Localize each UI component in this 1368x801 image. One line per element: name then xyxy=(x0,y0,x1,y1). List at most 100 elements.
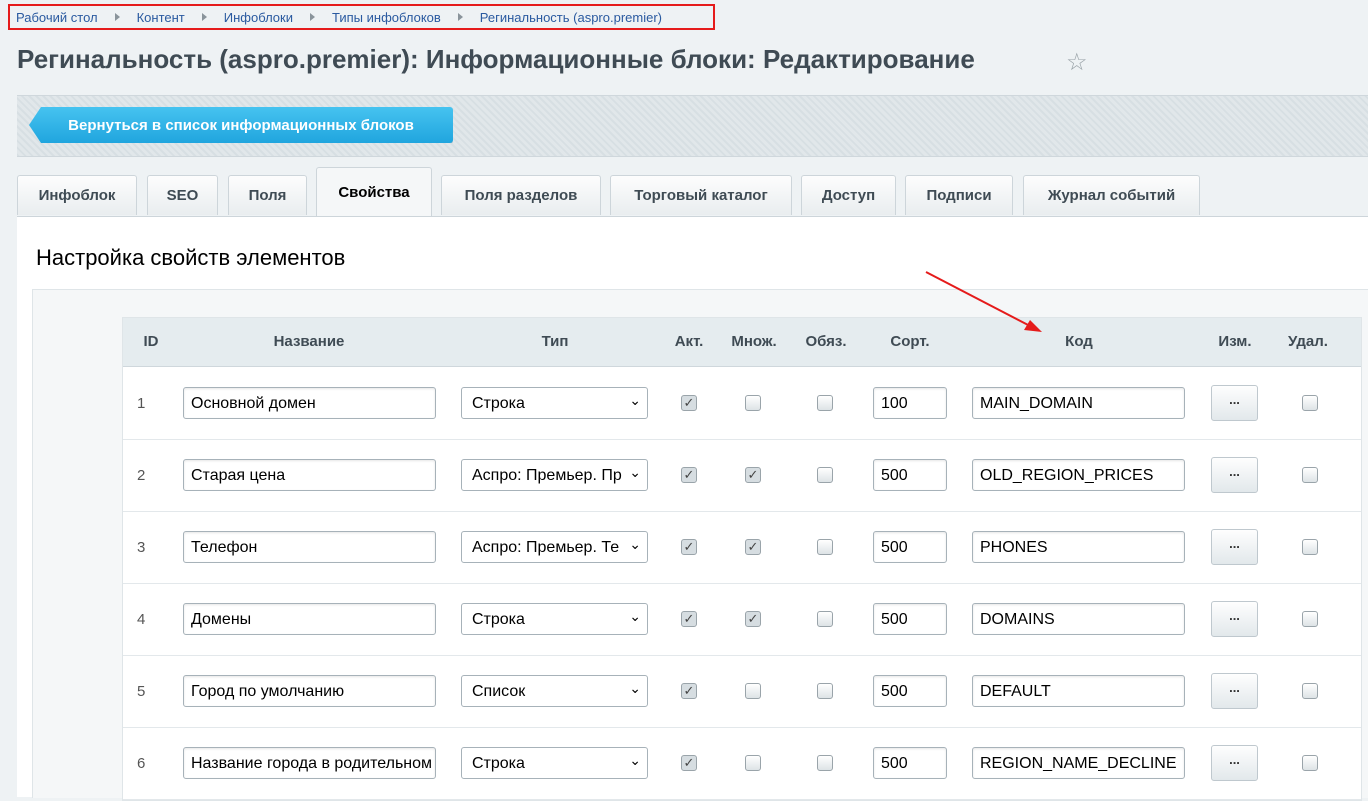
breadcrumb-iblocks[interactable]: Инфоблоки xyxy=(224,10,293,25)
property-code-input[interactable]: MAIN_DOMAIN xyxy=(972,387,1185,419)
property-type-select[interactable]: Список ⌄ xyxy=(461,675,648,707)
property-type-select[interactable]: Строка ⌄ xyxy=(461,603,648,635)
col-required: Обяз. xyxy=(805,333,847,350)
breadcrumb-regionality[interactable]: Регинальность (aspro.premier) xyxy=(480,10,662,25)
breadcrumb-content[interactable]: Контент xyxy=(137,10,185,25)
required-checkbox[interactable] xyxy=(817,467,833,483)
property-type-value: Строка xyxy=(472,755,525,772)
property-type-value: Аспро: Премьер. Пр xyxy=(472,467,622,484)
table-row: 6 Название города в родительном Строка ⌄ ✓ 50… xyxy=(123,727,1361,800)
property-type-value: Список xyxy=(472,683,526,700)
tab-access[interactable]: Доступ xyxy=(801,175,896,215)
col-multiple: Множ. xyxy=(731,333,777,350)
property-name-input[interactable]: Телефон xyxy=(183,531,436,563)
property-name-input[interactable]: Домены xyxy=(183,603,436,635)
tab-captions[interactable]: Подписи xyxy=(905,175,1013,215)
delete-checkbox[interactable] xyxy=(1302,611,1318,627)
tab-seo[interactable]: SEO xyxy=(147,175,218,215)
chevron-down-icon: ⌄ xyxy=(629,608,641,624)
multiple-checkbox[interactable]: ✓ xyxy=(745,539,761,555)
edit-property-button[interactable]: ... xyxy=(1211,385,1258,421)
col-active: Акт. xyxy=(674,333,704,350)
multiple-checkbox[interactable] xyxy=(745,395,761,411)
property-name-input[interactable]: Основной домен xyxy=(183,387,436,419)
delete-checkbox[interactable] xyxy=(1302,467,1318,483)
col-edit: Изм. xyxy=(1218,333,1252,350)
properties-table: ID Название Тип Акт. Множ. Обяз. Сорт. К… xyxy=(122,317,1362,801)
sort-input[interactable]: 500 xyxy=(873,747,947,779)
tab-bar: Инфоблок SEO Поля Свойства Поля разделов… xyxy=(17,167,1368,216)
row-id: 4 xyxy=(137,611,146,628)
property-type-select[interactable]: Строка ⌄ xyxy=(461,747,648,779)
edit-property-button[interactable]: ... xyxy=(1211,673,1258,709)
edit-property-button[interactable]: ... xyxy=(1211,529,1258,565)
chevron-right-icon xyxy=(114,13,120,21)
tab-section-fields[interactable]: Поля разделов xyxy=(441,175,601,215)
chevron-right-icon xyxy=(201,13,207,21)
row-id: 1 xyxy=(137,395,146,412)
breadcrumb-desktop[interactable]: Рабочий стол xyxy=(16,10,98,25)
chevron-down-icon: ⌄ xyxy=(629,392,641,408)
col-code: Код xyxy=(1065,333,1093,350)
property-name-input[interactable]: Город по умолчанию xyxy=(183,675,436,707)
sort-input[interactable]: 500 xyxy=(873,675,947,707)
property-type-select[interactable]: Строка ⌄ xyxy=(461,387,648,419)
edit-property-button[interactable]: ... xyxy=(1211,457,1258,493)
multiple-checkbox[interactable] xyxy=(745,755,761,771)
tab-iblock[interactable]: Инфоблок xyxy=(17,175,137,215)
chevron-down-icon: ⌄ xyxy=(629,752,641,768)
required-checkbox[interactable] xyxy=(817,755,833,771)
active-checkbox[interactable]: ✓ xyxy=(681,395,697,411)
active-checkbox[interactable]: ✓ xyxy=(681,539,697,555)
required-checkbox[interactable] xyxy=(817,395,833,411)
chevron-right-icon xyxy=(457,13,463,21)
edit-property-button[interactable]: ... xyxy=(1211,601,1258,637)
breadcrumb: Рабочий стол Контент Инфоблоки Типы инфо… xyxy=(8,4,715,30)
delete-checkbox[interactable] xyxy=(1302,539,1318,555)
breadcrumb-iblock-types[interactable]: Типы инфоблоков xyxy=(332,10,441,25)
col-delete: Удал. xyxy=(1288,333,1328,350)
delete-checkbox[interactable] xyxy=(1302,755,1318,771)
tab-fields[interactable]: Поля xyxy=(228,175,307,215)
multiple-checkbox[interactable]: ✓ xyxy=(745,467,761,483)
chevron-down-icon: ⌄ xyxy=(629,536,641,552)
table-row: 5 Город по умолчанию Список ⌄ ✓ 500 DEFAULT... xyxy=(123,655,1361,728)
property-type-value: Строка xyxy=(472,395,525,412)
row-id: 6 xyxy=(137,755,146,772)
tab-event-log[interactable]: Журнал событий xyxy=(1023,175,1200,215)
row-id: 5 xyxy=(137,683,146,700)
active-checkbox[interactable]: ✓ xyxy=(681,467,697,483)
multiple-checkbox[interactable]: ✓ xyxy=(745,611,761,627)
property-code-input[interactable]: REGION_NAME_DECLINE xyxy=(972,747,1185,779)
property-code-input[interactable]: DOMAINS xyxy=(972,603,1185,635)
property-type-value: Аспро: Премьер. Те xyxy=(472,539,620,556)
sort-input[interactable]: 500 xyxy=(873,603,947,635)
active-checkbox[interactable]: ✓ xyxy=(681,611,697,627)
sort-input[interactable]: 500 xyxy=(873,459,947,491)
tab-properties[interactable]: Свойства xyxy=(316,167,432,216)
property-type-select[interactable]: Аспро: Премьер. Те ⌄ xyxy=(461,531,648,563)
multiple-checkbox[interactable] xyxy=(745,683,761,699)
section-title: Настройка свойств элементов xyxy=(36,245,346,270)
active-checkbox[interactable]: ✓ xyxy=(681,683,697,699)
sort-input[interactable]: 500 xyxy=(873,531,947,563)
active-checkbox[interactable]: ✓ xyxy=(681,755,697,771)
tab-trade-catalog[interactable]: Торговый каталог xyxy=(610,175,792,215)
row-id: 3 xyxy=(137,539,146,556)
property-type-select[interactable]: Аспро: Премьер. Пр ⌄ xyxy=(461,459,648,491)
sort-input[interactable]: 100 xyxy=(873,387,947,419)
property-name-input[interactable]: Старая цена xyxy=(183,459,436,491)
required-checkbox[interactable] xyxy=(817,539,833,555)
property-code-input[interactable]: OLD_REGION_PRICES xyxy=(972,459,1185,491)
delete-checkbox[interactable] xyxy=(1302,683,1318,699)
required-checkbox[interactable] xyxy=(817,611,833,627)
property-code-input[interactable]: PHONES xyxy=(972,531,1185,563)
chevron-down-icon: ⌄ xyxy=(629,680,641,696)
required-checkbox[interactable] xyxy=(817,683,833,699)
delete-checkbox[interactable] xyxy=(1302,395,1318,411)
property-name-input[interactable]: Название города в родительном xyxy=(183,747,436,779)
edit-property-button[interactable]: ... xyxy=(1211,745,1258,781)
star-icon[interactable]: ☆ xyxy=(1066,48,1088,77)
back-to-list-button[interactable]: Вернуться в список информационных блоков xyxy=(29,107,453,143)
property-code-input[interactable]: DEFAULT xyxy=(972,675,1185,707)
